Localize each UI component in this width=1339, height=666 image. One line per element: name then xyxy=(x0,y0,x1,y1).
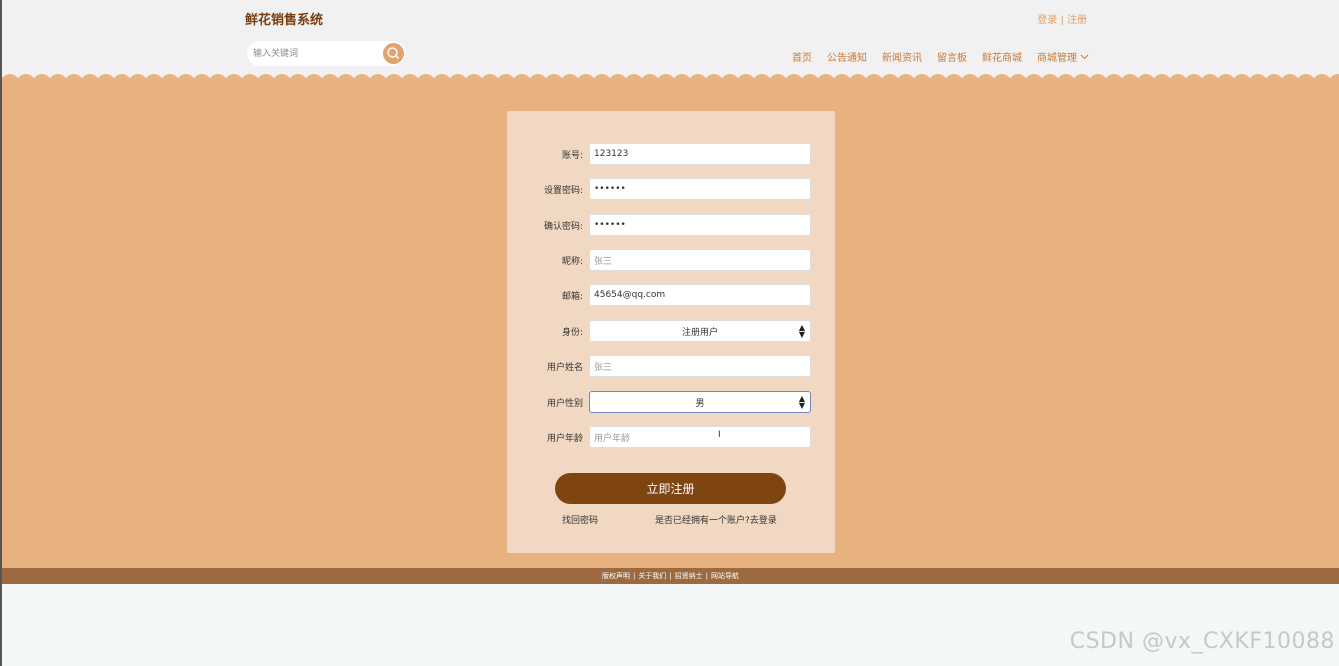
field-label: 确认密码: xyxy=(543,222,583,232)
select-arrows-icon: ▲ ▼ xyxy=(798,323,805,339)
field-value: •••••• xyxy=(594,184,626,194)
nav-label: 公告通知 xyxy=(827,53,867,64)
field-placeholder: 用户年龄 xyxy=(594,433,631,444)
form-row: 用户性别 男 ▲ ▼ xyxy=(507,391,835,415)
nav-label: 商城管理 xyxy=(1037,53,1077,64)
footer-bar: 版权声明 | 关于我们 | 招贤纳士 | 网站导航 xyxy=(2,568,1339,584)
field-label: 邮箱: xyxy=(561,292,583,302)
nav-news[interactable]: 新闻资讯 xyxy=(882,49,922,64)
gender-select[interactable]: 男 ▲ ▼ xyxy=(589,391,811,413)
footer-link-about[interactable]: 关于我们 xyxy=(638,571,666,581)
field-placeholder: 张三 xyxy=(594,362,613,373)
account-input[interactable]: 123123 xyxy=(589,143,811,165)
email-input[interactable]: 45654@qq.com xyxy=(589,284,811,306)
go-login-link[interactable]: 是否已经拥有一个账户?去登录 xyxy=(655,513,777,526)
form-row: 邮箱: 45654@qq.com xyxy=(507,284,835,308)
main-area: 账号: 123123 设置密码: •••••• 确认密码: •••••• 昵称:… xyxy=(2,82,1339,568)
nav-home[interactable]: 首页 xyxy=(792,49,812,64)
wave-divider xyxy=(2,70,1339,86)
footer-separator: | xyxy=(669,572,672,580)
auth-links: 登录 | 注册 xyxy=(1037,11,1087,26)
field-value: 45654@qq.com xyxy=(594,290,666,300)
footer-link-sitemap[interactable]: 网站导航 xyxy=(711,571,739,581)
field-placeholder: 张三 xyxy=(594,256,613,267)
search-icon xyxy=(387,47,400,60)
register-link[interactable]: 注册 xyxy=(1067,15,1087,26)
search-box xyxy=(247,41,405,66)
nav-label: 首页 xyxy=(792,53,812,64)
field-label: 账号: xyxy=(561,151,583,161)
footer-link-jobs[interactable]: 招贤纳士 xyxy=(675,571,703,581)
form-row: 用户姓名 张三 xyxy=(507,355,835,379)
field-label: 身份: xyxy=(561,328,583,338)
password-input[interactable]: •••••• xyxy=(589,178,811,200)
site-title: 鲜花销售系统 xyxy=(245,13,324,28)
main-nav: 首页 公告通知 新闻资讯 留言板 鲜花商城 商城管理 xyxy=(792,49,1089,64)
auth-separator: | xyxy=(1060,15,1064,26)
confirm-password-input[interactable]: •••••• xyxy=(589,214,811,236)
login-link[interactable]: 登录 xyxy=(1037,15,1057,26)
field-label: 用户年龄 xyxy=(546,434,583,444)
chevron-down-icon xyxy=(1080,54,1089,59)
nav-shop[interactable]: 鲜花商城 xyxy=(982,49,1022,64)
form-row: 身份: 注册用户 ▲ ▼ xyxy=(507,320,835,344)
nav-label: 新闻资讯 xyxy=(882,53,922,64)
form-row: 确认密码: •••••• xyxy=(507,214,835,238)
forgot-password-link[interactable]: 找回密码 xyxy=(562,513,598,526)
role-select[interactable]: 注册用户 ▲ ▼ xyxy=(589,320,811,342)
footer-link-copyright[interactable]: 版权声明 xyxy=(602,571,630,581)
form-row: 账号: 123123 xyxy=(507,143,835,167)
footer-separator: | xyxy=(632,572,636,580)
select-value: 男 xyxy=(695,398,705,409)
register-button[interactable]: 立即注册 xyxy=(555,473,786,504)
form-row: 昵称: 张三 xyxy=(507,249,835,273)
user-name-input[interactable]: 张三 xyxy=(589,355,811,377)
form-row: 用户年龄 用户年龄 I xyxy=(507,426,835,450)
search-input[interactable] xyxy=(251,45,379,62)
field-label: 用户姓名 xyxy=(546,363,583,373)
nav-label: 留言板 xyxy=(937,53,967,64)
top-header: 鲜花销售系统 登录 | 注册 首页 公告通知 新闻资讯 留言板 鲜花商城 商城管… xyxy=(2,0,1339,76)
footer-separator: | xyxy=(705,572,709,580)
field-value: 123123 xyxy=(594,149,629,159)
field-label: 昵称: xyxy=(561,257,583,267)
watermark-text: CSDN @vx_CXKF10088 xyxy=(1069,629,1335,654)
field-value: •••••• xyxy=(594,220,626,230)
nav-notices[interactable]: 公告通知 xyxy=(827,49,867,64)
user-age-input[interactable]: 用户年龄 I xyxy=(589,426,811,448)
nav-shop-admin[interactable]: 商城管理 xyxy=(1037,49,1089,64)
form-row: 设置密码: •••••• xyxy=(507,178,835,202)
select-value: 注册用户 xyxy=(681,327,718,338)
nav-label: 鲜花商城 xyxy=(982,53,1022,64)
search-button[interactable] xyxy=(383,43,404,64)
text-cursor-icon: I xyxy=(718,430,721,440)
field-label: 设置密码: xyxy=(543,186,583,196)
register-form: 账号: 123123 设置密码: •••••• 确认密码: •••••• 昵称:… xyxy=(507,111,835,553)
select-arrows-icon: ▲ ▼ xyxy=(798,394,805,410)
nav-messages[interactable]: 留言板 xyxy=(937,49,967,64)
field-label: 用户性别 xyxy=(546,399,583,409)
nickname-input[interactable]: 张三 xyxy=(589,249,811,271)
